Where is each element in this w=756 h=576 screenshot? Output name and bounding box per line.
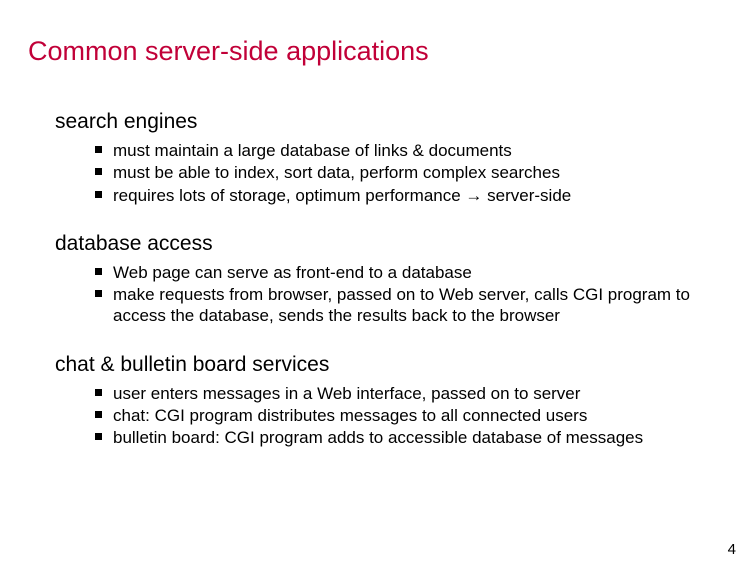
bullet-list: must maintain a large database of links …	[55, 140, 715, 206]
list-item: chat: CGI program distributes messages t…	[95, 405, 715, 426]
list-item: requires lots of storage, optimum perfor…	[95, 185, 715, 206]
list-item: Web page can serve as front-end to a dat…	[95, 262, 715, 283]
list-item: bulletin board: CGI program adds to acce…	[95, 427, 715, 448]
page-number: 4	[728, 541, 736, 558]
slide-title: Common server-side applications	[28, 36, 429, 67]
list-item: must be able to index, sort data, perfor…	[95, 162, 715, 183]
section-heading: search engines	[55, 110, 715, 134]
section-heading: chat & bulletin board services	[55, 353, 715, 377]
list-item: must maintain a large database of links …	[95, 140, 715, 161]
slide-body: search engines must maintain a large dat…	[55, 110, 715, 449]
list-item: make requests from browser, passed on to…	[95, 284, 715, 327]
section-heading: database access	[55, 232, 715, 256]
bullet-list: Web page can serve as front-end to a dat…	[55, 262, 715, 327]
slide: Common server-side applications search e…	[0, 0, 756, 576]
bullet-list: user enters messages in a Web interface,…	[55, 383, 715, 449]
list-item: user enters messages in a Web interface,…	[95, 383, 715, 404]
